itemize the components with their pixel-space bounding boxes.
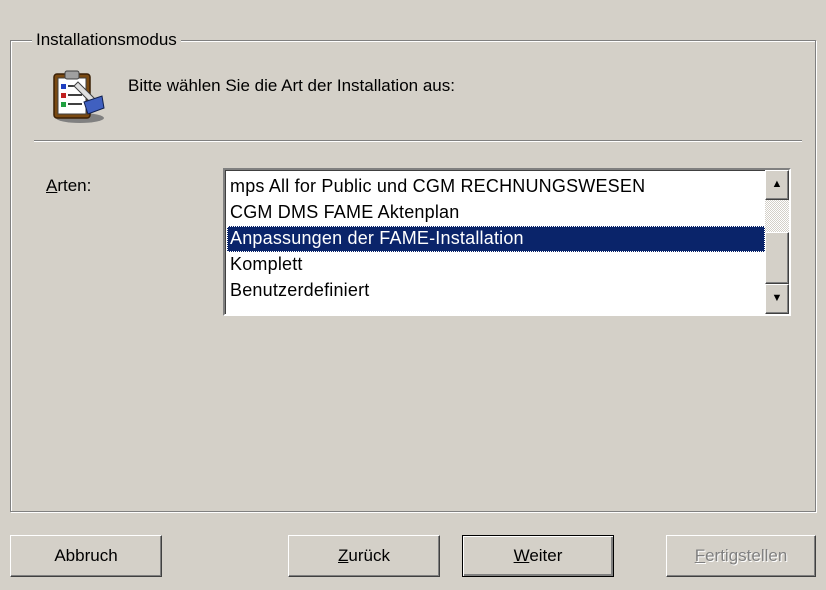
finish-label: ertigstellen (705, 546, 788, 565)
scroll-up-button[interactable]: ▲ (765, 170, 789, 200)
finish-mnemonic: F (694, 546, 706, 565)
next-button[interactable]: Weiter (462, 535, 614, 577)
setup-clipboard-icon (53, 70, 105, 123)
types-label-rest: rten: (57, 176, 92, 195)
next-mnemonic: W (513, 546, 530, 565)
types-label: Arten: (46, 176, 91, 196)
list-item[interactable]: mps All for Public und CGM RECHNUNGSWESE… (227, 174, 765, 200)
list-item[interactable]: CGM DMS FAME Aktenplan (227, 200, 765, 226)
vertical-scrollbar[interactable]: ▲ ▼ (765, 170, 789, 314)
types-label-mnemonic: A (46, 176, 58, 195)
cancel-button[interactable]: Abbruch (10, 535, 162, 577)
separator (34, 140, 802, 142)
finish-button[interactable]: Fertigstellen (666, 535, 816, 577)
list-item[interactable]: Benutzerdefiniert (227, 278, 765, 304)
next-label: eiter (529, 546, 563, 565)
back-mnemonic: Z (338, 546, 349, 565)
instruction-text: Bitte wählen Sie die Art der Installatio… (128, 76, 455, 95)
scroll-down-button[interactable]: ▼ (765, 284, 789, 314)
list-item-selected[interactable]: Anpassungen der FAME-Installation (227, 226, 765, 252)
list-item[interactable]: Komplett (227, 252, 765, 278)
back-button[interactable]: Zurück (288, 535, 440, 577)
scroll-down-arrow-icon: ▼ (771, 292, 783, 304)
installation-types-listbox[interactable]: mps All for Public und CGM RECHNUNGSWESE… (223, 168, 791, 316)
back-label: urück (348, 546, 390, 565)
scroll-thumb[interactable] (765, 232, 789, 284)
scroll-up-arrow-icon: ▲ (771, 178, 783, 190)
groupbox-title: Installationsmodus (32, 30, 181, 50)
